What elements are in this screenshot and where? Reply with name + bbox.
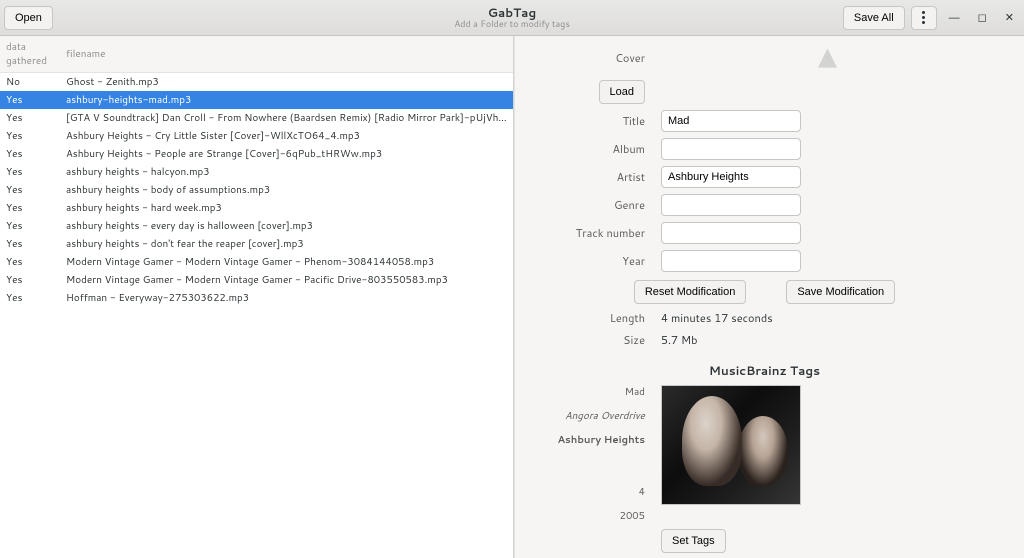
cell-gathered: Yes [0,127,60,145]
cell-gathered: Yes [0,145,60,163]
cell-gathered: Yes [0,199,60,217]
cell-gathered: No [0,73,60,92]
cell-gathered: Yes [0,91,60,109]
cell-gathered: Yes [0,109,60,127]
musicbrainz-section: MusicBrainz Tags Mad Angora Overdrive As… [515,358,1024,558]
header-bar: Open GabTag Add a Folder to modify tags … [0,0,1024,36]
cell-gathered: Yes [0,163,60,181]
file-table[interactable]: data gathered filename NoGhost - Zenith.… [0,36,513,307]
table-row[interactable]: NoGhost - Zenith.mp3 [0,73,513,92]
main-split: data gathered filename NoGhost - Zenith.… [0,36,1024,558]
mb-year: 2005 [535,509,645,523]
table-row[interactable]: Yesashbury heights - don't fear the reap… [0,235,513,253]
col-header-filename[interactable]: filename [60,36,513,73]
file-list-pane: data gathered filename NoGhost - Zenith.… [0,36,514,558]
reset-modification-button[interactable]: Reset Modification [634,280,747,304]
minimize-button[interactable]: — [943,8,966,28]
cell-filename: ashbury heights - don't fear the reaper … [60,235,513,253]
genre-label: Genre [535,197,645,213]
length-label: Length [535,310,645,326]
open-button[interactable]: Open [4,6,53,30]
set-tags-button[interactable]: Set Tags [661,529,726,553]
mb-album: Angora Overdrive [535,409,645,423]
table-row[interactable]: Yesashbury heights - body of assumptions… [0,181,513,199]
table-row[interactable]: Yes[GTA V Soundtrack] Dan Croll - From N… [0,109,513,127]
cover-placeholder-icon [816,46,840,70]
save-all-button[interactable]: Save All [843,6,905,30]
title-input[interactable] [661,110,801,132]
cell-filename: [GTA V Soundtrack] Dan Croll - From Nowh… [60,109,513,127]
table-row[interactable]: YesHoffman - Everyway-275303622.mp3 [0,289,513,307]
cell-filename: ashbury heights - hard week.mp3 [60,199,513,217]
table-row[interactable]: Yesashbury heights - hard week.mp3 [0,199,513,217]
mb-cover-image [661,385,801,505]
mb-track: 4 [535,485,645,499]
cell-filename: ashbury heights - every day is halloween… [60,217,513,235]
cell-gathered: Yes [0,181,60,199]
cell-filename: ashbury heights - body of assumptions.mp… [60,181,513,199]
kebab-icon [922,11,925,24]
cell-filename: Modern Vintage Gamer - Modern Vintage Ga… [60,271,513,289]
load-cover-button[interactable]: Load [599,80,645,104]
cell-gathered: Yes [0,271,60,289]
genre-input[interactable] [661,194,801,216]
table-row[interactable]: YesAshbury Heights - People are Strange … [0,145,513,163]
artist-label: Artist [535,169,645,185]
size-value: 5.7 Mb [661,332,994,348]
track-label: Track number [535,225,645,241]
album-label: Album [535,141,645,157]
table-row[interactable]: Yesashbury heights - every day is hallow… [0,217,513,235]
maximize-button[interactable]: ◻ [972,7,993,28]
close-button[interactable]: ✕ [999,7,1020,28]
cell-gathered: Yes [0,253,60,271]
cell-filename: ashbury heights - halcyon.mp3 [60,163,513,181]
menu-button[interactable] [911,6,937,30]
musicbrainz-heading: MusicBrainz Tags [535,362,994,379]
track-input[interactable] [661,222,801,244]
cell-gathered: Yes [0,289,60,307]
table-row[interactable]: Yesashbury-heights-mad.mp3 [0,91,513,109]
table-row[interactable]: YesModern Vintage Gamer - Modern Vintage… [0,271,513,289]
cover-label: Cover [535,50,645,66]
title-label: Title [535,113,645,129]
cell-filename: Modern Vintage Gamer - Modern Vintage Ga… [60,253,513,271]
details-pane: Cover Load Title Album Artist Genre Trac… [514,36,1024,558]
year-label: Year [535,253,645,269]
table-row[interactable]: YesAshbury Heights - Cry Little Sister [… [0,127,513,145]
cell-filename: Hoffman - Everyway-275303622.mp3 [60,289,513,307]
cell-gathered: Yes [0,217,60,235]
album-input[interactable] [661,138,801,160]
save-modification-button[interactable]: Save Modification [786,280,895,304]
artist-input[interactable] [661,166,801,188]
table-row[interactable]: Yesashbury heights - halcyon.mp3 [0,163,513,181]
mb-title: Mad [535,385,645,399]
mb-artist: Ashbury Heights [535,433,645,447]
cell-filename: Ghost - Zenith.mp3 [60,73,513,92]
size-label: Size [535,332,645,348]
table-row[interactable]: YesModern Vintage Gamer - Modern Vintage… [0,253,513,271]
cell-filename: ashbury-heights-mad.mp3 [60,91,513,109]
col-header-gathered[interactable]: data gathered [0,36,60,73]
year-input[interactable] [661,250,801,272]
length-value: 4 minutes 17 seconds [661,310,994,326]
cell-filename: Ashbury Heights - Cry Little Sister [Cov… [60,127,513,145]
tag-form: Cover Load Title Album Artist Genre Trac… [515,36,1024,358]
cell-gathered: Yes [0,235,60,253]
app-subtitle: Add a Folder to modify tags [454,19,570,29]
cell-filename: Ashbury Heights - People are Strange [Co… [60,145,513,163]
